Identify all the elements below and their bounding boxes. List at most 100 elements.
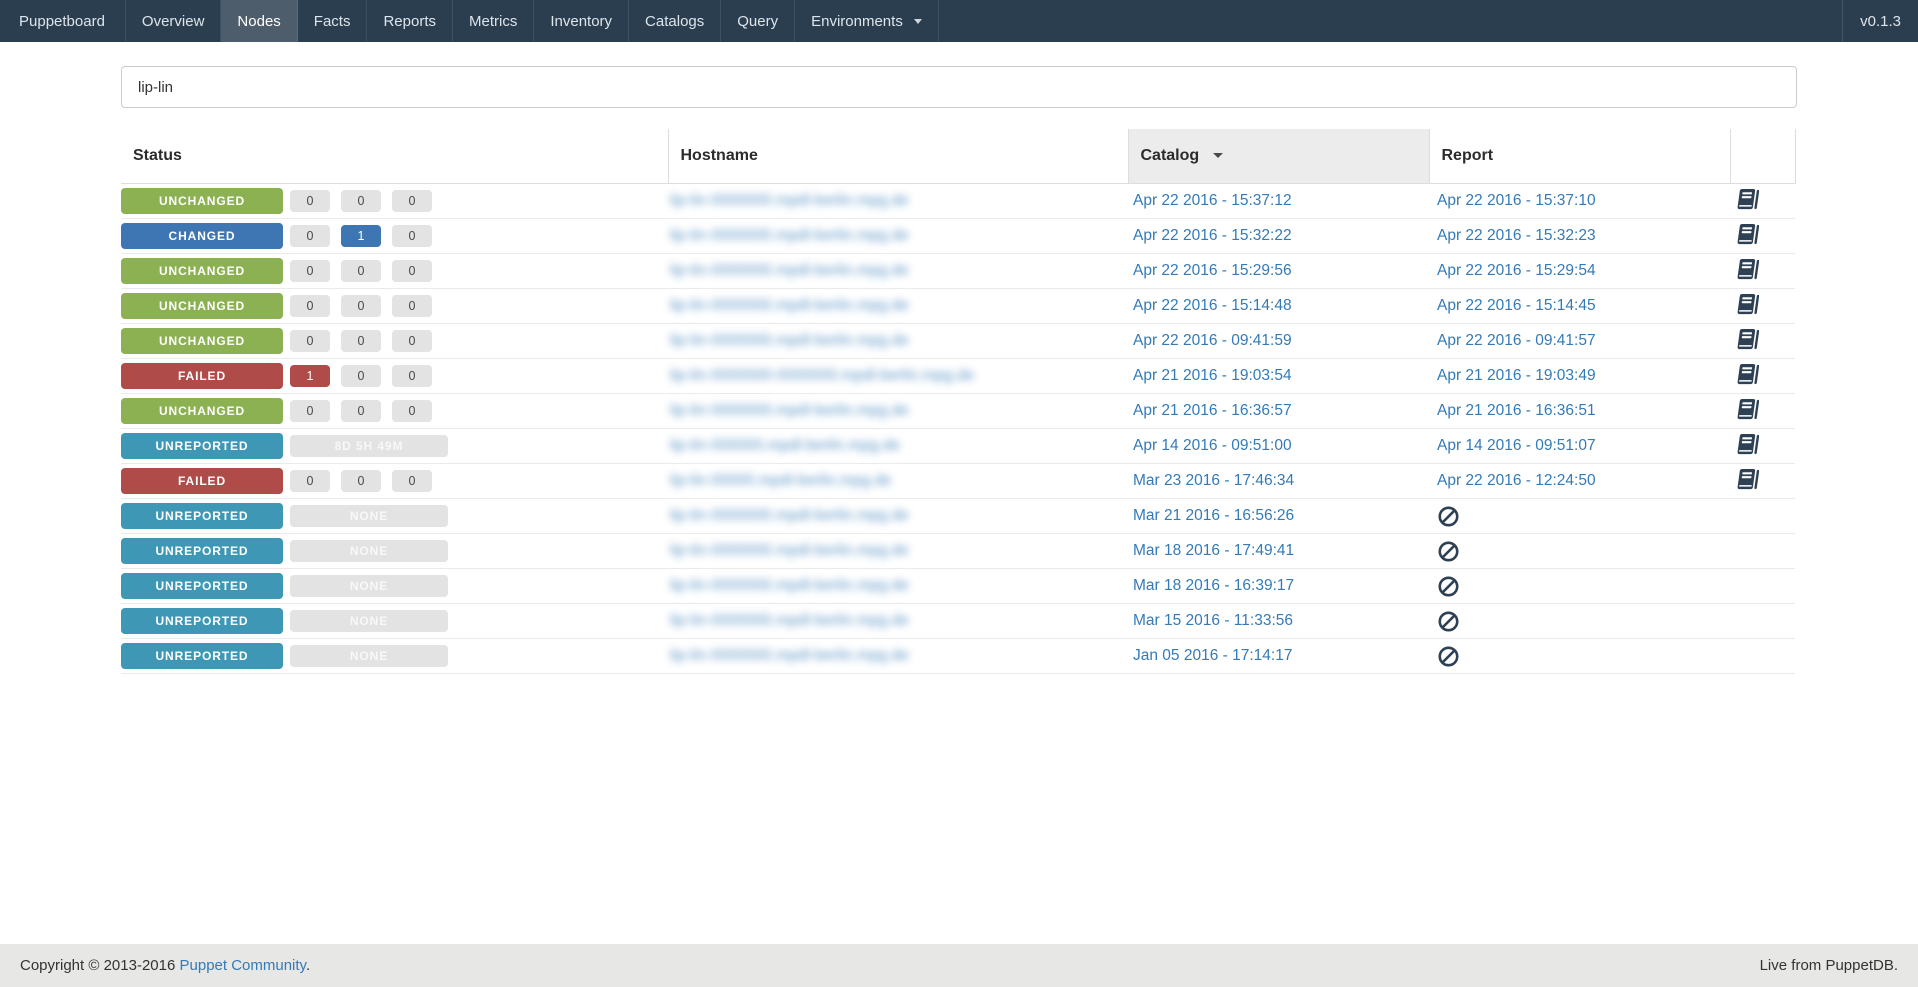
status-counters: 000	[290, 295, 432, 317]
report-book-link[interactable]	[1736, 188, 1759, 215]
footer: Copyright © 2013-2016 Puppet Community. …	[0, 944, 1918, 987]
puppet-community-link[interactable]: Puppet Community	[180, 957, 306, 974]
nav-item-nodes[interactable]: Nodes	[221, 0, 298, 42]
hostname-link[interactable]: lip-lin-0000000.mpdl-berlin.mpg.de	[670, 227, 909, 244]
status-badge: UNREPORTED	[121, 573, 283, 599]
column-header-catalog[interactable]: Catalog	[1127, 129, 1429, 184]
status-counters: 000	[290, 400, 432, 422]
report-book-link[interactable]	[1736, 398, 1759, 425]
status-counter: 1	[290, 365, 330, 387]
nav-item-overview[interactable]: Overview	[126, 0, 222, 42]
hostname-link[interactable]: lip-lin-0000000.mpdl-berlin.mpg.de	[670, 402, 909, 419]
navbar-version: v0.1.3	[1842, 0, 1918, 42]
nav-item-inventory[interactable]: Inventory	[534, 0, 630, 42]
navbar: Puppetboard Overview Nodes Facts Reports…	[0, 0, 1918, 42]
catalog-link[interactable]: Apr 22 2016 - 15:32:22	[1133, 227, 1292, 244]
book-icon	[1736, 432, 1759, 456]
catalog-link[interactable]: Mar 23 2016 - 17:46:34	[1133, 472, 1294, 489]
hostname-link[interactable]: lip-lin-0000000.mpdl-berlin.mpg.de	[670, 612, 909, 629]
catalog-link[interactable]: Jan 05 2016 - 17:14:17	[1133, 647, 1292, 664]
hostname-link[interactable]: lip-lin-0000000.mpdl-berlin.mpg.de	[670, 647, 909, 664]
report-book-link[interactable]	[1736, 468, 1759, 495]
status-counter: 0	[290, 225, 330, 247]
report-link[interactable]: Apr 22 2016 - 15:14:45	[1437, 297, 1596, 315]
column-header-hostname[interactable]: Hostname	[667, 129, 1128, 184]
catalog-link[interactable]: Apr 22 2016 - 09:41:59	[1133, 332, 1292, 349]
catalog-link[interactable]: Apr 21 2016 - 16:36:57	[1133, 402, 1292, 419]
hostname-link[interactable]: lip-lin-0000000.mpdl-berlin.mpg.de	[670, 192, 909, 209]
report-link[interactable]: Apr 22 2016 - 09:41:57	[1437, 332, 1596, 350]
status-counter: 0	[341, 330, 381, 352]
hostname-link[interactable]: lip-lin-00000.mpdl-berlin.mpg.de	[670, 472, 891, 489]
nav-item-reports[interactable]: Reports	[367, 0, 453, 42]
table-row: FAILED 000 lip-lin-00000.mpdl-berlin.mpg…	[121, 464, 1795, 499]
column-header-actions	[1729, 129, 1796, 184]
table-row: CHANGED 010 lip-lin-0000000.mpdl-berlin.…	[121, 219, 1795, 254]
catalog-link[interactable]: Apr 22 2016 - 15:14:48	[1133, 297, 1292, 314]
status-counters: 000	[290, 190, 432, 212]
catalog-link[interactable]: Mar 15 2016 - 11:33:56	[1133, 612, 1293, 629]
report-book-link[interactable]	[1736, 328, 1759, 355]
puppetboard-page: Puppetboard Overview Nodes Facts Reports…	[0, 0, 1918, 987]
catalog-link[interactable]: Apr 21 2016 - 19:03:54	[1133, 367, 1292, 384]
table-row: UNCHANGED 000 lip-lin-0000000.mpdl-berli…	[121, 394, 1795, 429]
report-link[interactable]: Apr 14 2016 - 09:51:07	[1437, 437, 1596, 455]
status-counter: 8D 5H 49M	[290, 435, 448, 457]
report-book-link[interactable]	[1736, 223, 1759, 250]
catalog-link[interactable]: Apr 14 2016 - 09:51:00	[1133, 437, 1292, 454]
status-counter: 0	[341, 190, 381, 212]
catalog-link[interactable]: Apr 22 2016 - 15:37:12	[1133, 192, 1292, 209]
catalog-link[interactable]: Mar 18 2016 - 16:39:17	[1133, 577, 1294, 594]
status-counter: 0	[392, 330, 432, 352]
hostname-link[interactable]: lip-lin-0000000.mpdl-berlin.mpg.de	[670, 507, 909, 524]
column-header-report[interactable]: Report	[1428, 129, 1730, 184]
status-badge: FAILED	[121, 363, 283, 389]
book-icon	[1736, 467, 1759, 491]
hostname-link[interactable]: lip-lin-0000000.mpdl-berlin.mpg.de	[670, 577, 909, 594]
nav-item-facts[interactable]: Facts	[298, 0, 368, 42]
report-book-link[interactable]	[1736, 363, 1759, 390]
node-search-input[interactable]	[121, 66, 1797, 108]
status-counters: NONE	[290, 505, 448, 527]
status-counter: NONE	[290, 540, 448, 562]
nav-item-metrics[interactable]: Metrics	[453, 0, 535, 42]
report-link[interactable]: Apr 22 2016 - 15:29:54	[1437, 262, 1596, 280]
status-counter: 0	[341, 295, 381, 317]
navbar-brand[interactable]: Puppetboard	[0, 0, 126, 42]
sort-desc-icon	[1212, 153, 1223, 159]
hostname-link[interactable]: lip-lin-0000000-0000000.mpdl-berlin.mpg.…	[670, 367, 974, 384]
report-book-link[interactable]	[1736, 258, 1759, 285]
report-link[interactable]: Apr 21 2016 - 16:36:51	[1437, 402, 1596, 420]
catalog-link[interactable]: Mar 18 2016 - 17:49:41	[1133, 542, 1294, 559]
hostname-link[interactable]: lip-lin-0000000.mpdl-berlin.mpg.de	[670, 542, 909, 559]
nav-item-environments[interactable]: Environments	[795, 0, 939, 42]
table-row: UNREPORTED NONE lip-lin-0000000.mpdl-ber…	[121, 534, 1795, 569]
hostname-link[interactable]: lip-lin-000000.mpdl-berlin.mpg.de	[670, 437, 900, 454]
report-link[interactable]: Apr 21 2016 - 19:03:49	[1437, 367, 1596, 385]
hostname-link[interactable]: lip-lin-0000000.mpdl-berlin.mpg.de	[670, 332, 909, 349]
report-link[interactable]: Apr 22 2016 - 15:32:23	[1437, 227, 1596, 245]
status-counter: 0	[290, 400, 330, 422]
ban-icon	[1437, 610, 1460, 633]
status-badge: UNCHANGED	[121, 328, 283, 354]
status-badge: CHANGED	[121, 223, 283, 249]
catalog-link[interactable]: Apr 22 2016 - 15:29:56	[1133, 262, 1292, 279]
table-row: UNCHANGED 000 lip-lin-0000000.mpdl-berli…	[121, 289, 1795, 324]
nav-item-query[interactable]: Query	[721, 0, 796, 42]
status-counter: 0	[290, 295, 330, 317]
status-badge: UNREPORTED	[121, 608, 283, 634]
nav-item-catalogs[interactable]: Catalogs	[629, 0, 722, 42]
report-book-link[interactable]	[1736, 433, 1759, 460]
report-book-link[interactable]	[1736, 293, 1759, 320]
status-counters: NONE	[290, 575, 448, 597]
status-badge: UNREPORTED	[121, 538, 283, 564]
report-link[interactable]: Apr 22 2016 - 15:37:10	[1437, 192, 1596, 210]
status-counter: 0	[290, 330, 330, 352]
status-counter: 0	[341, 400, 381, 422]
hostname-link[interactable]: lip-lin-0000000.mpdl-berlin.mpg.de	[670, 297, 909, 314]
hostname-link[interactable]: lip-lin-0000000.mpdl-berlin.mpg.de	[670, 262, 909, 279]
catalog-link[interactable]: Mar 21 2016 - 16:56:26	[1133, 507, 1294, 524]
column-header-status[interactable]: Status	[121, 129, 668, 184]
status-counter: 0	[392, 470, 432, 492]
report-link[interactable]: Apr 22 2016 - 12:24:50	[1437, 472, 1596, 490]
